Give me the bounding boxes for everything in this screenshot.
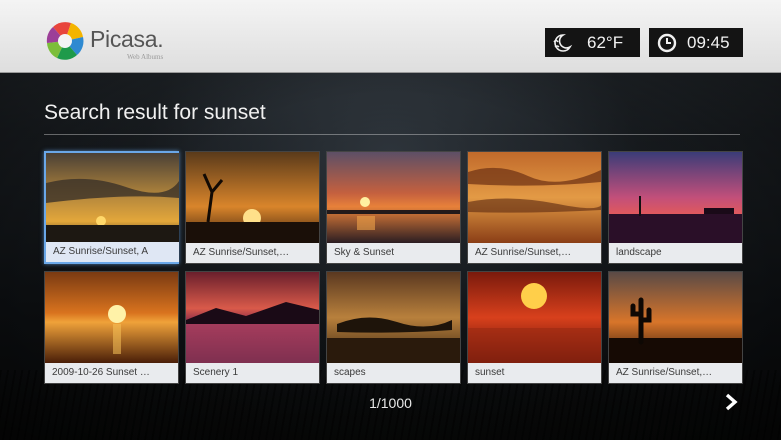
result-tile[interactable]: landscape: [608, 151, 743, 264]
clock-icon: [657, 33, 677, 52]
result-tile[interactable]: AZ Sunrise/Sunset,…: [608, 271, 743, 384]
result-thumbnail: [468, 272, 601, 363]
chevron-right-icon[interactable]: [720, 390, 742, 414]
result-thumbnail: [468, 152, 601, 243]
weather-widget: 62°F: [545, 28, 640, 57]
result-thumbnail: [186, 152, 319, 243]
time: 09:45: [687, 32, 730, 52]
result-tile[interactable]: AZ Sunrise/Sunset, A: [44, 151, 179, 264]
brand-subtitle: Web Albums: [127, 53, 164, 61]
result-tile[interactable]: sunset: [467, 271, 602, 384]
result-thumbnail: [609, 272, 742, 363]
brand-name: Picasa.: [90, 26, 164, 52]
title-divider: [44, 134, 740, 135]
result-caption: AZ Sunrise/Sunset,…: [186, 243, 319, 263]
result-tile[interactable]: AZ Sunrise/Sunset,…: [185, 151, 320, 264]
result-thumbnail: [186, 272, 319, 363]
result-tile[interactable]: Scenery 1: [185, 271, 320, 384]
result-caption: AZ Sunrise/Sunset,…: [609, 363, 742, 383]
result-tile[interactable]: AZ Sunrise/Sunset,…: [467, 151, 602, 264]
result-thumbnail: [609, 152, 742, 243]
header-bar: Picasa. Web Albums 62°F 09:45: [0, 0, 781, 73]
result-thumbnail: [327, 272, 460, 363]
result-thumbnail: [327, 152, 460, 243]
page-indicator: 1/1000: [369, 395, 412, 411]
result-tile[interactable]: 2009-10-26 Sunset …: [44, 271, 179, 384]
moon-cloud-icon: [553, 33, 573, 52]
result-caption: 2009-10-26 Sunset …: [45, 363, 178, 383]
result-caption: AZ Sunrise/Sunset, A: [46, 242, 179, 262]
result-grid: AZ Sunrise/Sunset, A AZ Sunrise/Sunset,…: [44, 151, 743, 384]
result-tile[interactable]: Sky & Sunset: [326, 151, 461, 264]
result-caption: landscape: [609, 243, 742, 263]
result-tile[interactable]: scapes: [326, 271, 461, 384]
clock-widget: 09:45: [649, 28, 743, 57]
picasa-screen: Picasa. Web Albums 62°F 09:45 Search res…: [0, 0, 781, 440]
result-caption: scapes: [327, 363, 460, 383]
result-caption: AZ Sunrise/Sunset,…: [468, 243, 601, 263]
search-result-title: Search result for sunset: [44, 101, 266, 124]
result-thumbnail: [46, 153, 179, 244]
picasa-logo-icon: [46, 22, 84, 60]
result-caption: Scenery 1: [186, 363, 319, 383]
result-thumbnail: [45, 272, 178, 363]
result-caption: sunset: [468, 363, 601, 383]
temperature: 62°F: [587, 32, 624, 52]
result-caption: Sky & Sunset: [327, 243, 460, 263]
